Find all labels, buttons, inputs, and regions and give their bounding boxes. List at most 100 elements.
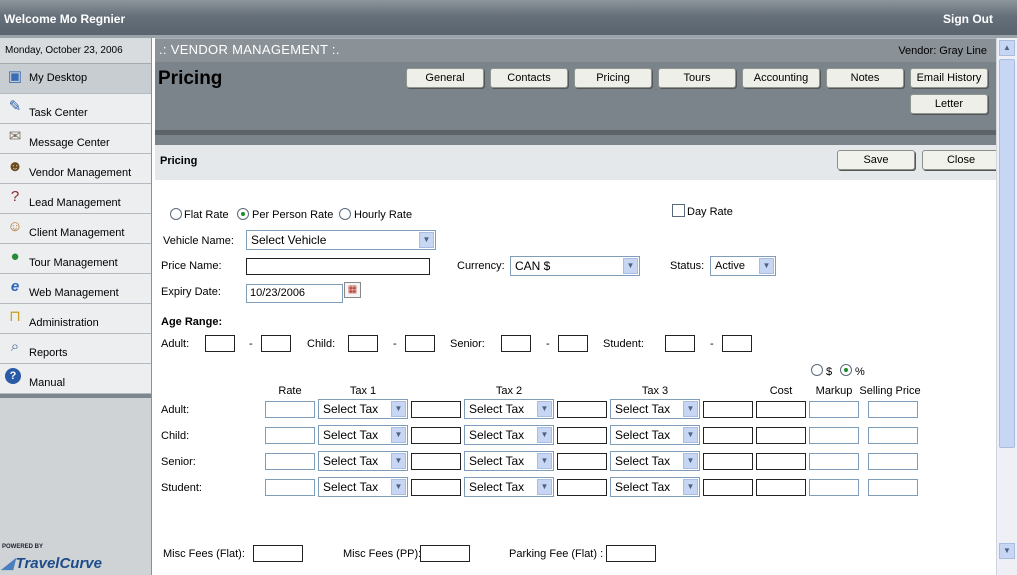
sidebar-item-reports[interactable]: ⌕ Reports <box>0 334 151 364</box>
message-icon: ✉ <box>8 128 22 145</box>
day-rate-checkbox[interactable] <box>672 204 685 217</box>
currency-value: CAN $ <box>515 259 551 273</box>
lead-icon: ? <box>10 188 20 205</box>
expiry-date-input[interactable]: 10/23/2006 <box>246 284 343 303</box>
vertical-scrollbar[interactable]: ▲ ▼ <box>996 38 1017 575</box>
tax1-select-adult[interactable]: Select Tax ▼ <box>318 399 408 419</box>
child-age-to-input[interactable] <box>405 335 435 352</box>
senior-age-to-input[interactable] <box>558 335 588 352</box>
markup-input-senior[interactable] <box>809 453 859 470</box>
tab-email-history[interactable]: Email History <box>910 68 988 88</box>
sidebar-item-message-center[interactable]: ✉ Message Center <box>0 124 151 154</box>
tax2-select-adult[interactable]: Select Tax ▼ <box>464 399 554 419</box>
tab-general[interactable]: General <box>406 68 484 88</box>
misc-fees-flat-input[interactable] <box>253 545 303 562</box>
parking-fee-input[interactable] <box>606 545 656 562</box>
selling-price-input-child[interactable] <box>868 427 918 444</box>
tax1-amount-child[interactable] <box>411 427 461 444</box>
senior-age-from-input[interactable] <box>501 335 531 352</box>
markup-input-adult[interactable] <box>809 401 859 418</box>
sign-out-link[interactable]: Sign Out <box>943 12 993 26</box>
scrollbar-thumb[interactable] <box>999 59 1015 448</box>
tax3-select-adult[interactable]: Select Tax ▼ <box>610 399 700 419</box>
cost-input-student[interactable] <box>756 479 806 496</box>
currency-select[interactable]: CAN $ ▼ <box>510 256 640 276</box>
markup-input-child[interactable] <box>809 427 859 444</box>
save-button[interactable]: Save <box>837 150 915 170</box>
client-icon: ☺ <box>7 218 23 235</box>
sidebar-item-lead-management[interactable]: ? Lead Management <box>0 184 151 214</box>
tax3-amount-senior[interactable] <box>703 453 753 470</box>
price-name-input[interactable] <box>246 258 430 275</box>
markup-input-student[interactable] <box>809 479 859 496</box>
tax1-select-child[interactable]: Select Tax ▼ <box>318 425 408 445</box>
student-age-to-input[interactable] <box>722 335 752 352</box>
per-person-rate-radio[interactable] <box>237 208 249 220</box>
tax3-select-senior[interactable]: Select Tax ▼ <box>610 451 700 471</box>
tax1-amount-student[interactable] <box>411 479 461 496</box>
sidebar-item-label: Manual <box>29 377 66 389</box>
vehicle-name-select[interactable]: Select Vehicle ▼ <box>246 230 436 250</box>
selling-price-input-student[interactable] <box>868 479 918 496</box>
tax1-amount-senior[interactable] <box>411 453 461 470</box>
misc-fees-pp-input[interactable] <box>420 545 470 562</box>
selling-price-input-senior[interactable] <box>868 453 918 470</box>
cost-input-child[interactable] <box>756 427 806 444</box>
sidebar-item-label: Reports <box>29 347 68 359</box>
tax2-select-student[interactable]: Select Tax ▼ <box>464 477 554 497</box>
tax3-select-child[interactable]: Select Tax ▼ <box>610 425 700 445</box>
tax2-amount-student[interactable] <box>557 479 607 496</box>
adult-age-from-input[interactable] <box>205 335 235 352</box>
rate-input-senior[interactable] <box>265 453 315 470</box>
tab-tours[interactable]: Tours <box>658 68 736 88</box>
rate-input-student[interactable] <box>265 479 315 496</box>
tax-select-value: Select Tax <box>469 480 525 494</box>
markup-dollar-radio[interactable] <box>811 364 823 376</box>
tab-accounting[interactable]: Accounting <box>742 68 820 88</box>
tax3-select-student[interactable]: Select Tax ▼ <box>610 477 700 497</box>
sidebar-item-tour-management[interactable]: ● Tour Management <box>0 244 151 274</box>
child-age-from-input[interactable] <box>348 335 378 352</box>
close-button[interactable]: Close <box>922 150 1000 170</box>
sidebar-item-vendor-management[interactable]: ☻ Vendor Management <box>0 154 151 184</box>
tax2-amount-senior[interactable] <box>557 453 607 470</box>
cost-input-senior[interactable] <box>756 453 806 470</box>
tab-notes[interactable]: Notes <box>826 68 904 88</box>
tax3-amount-adult[interactable] <box>703 401 753 418</box>
sidebar-item-client-management[interactable]: ☺ Client Management <box>0 214 151 244</box>
sidebar-item-web-management[interactable]: e Web Management <box>0 274 151 304</box>
vendor-name: Vendor: Gray Line <box>898 45 987 57</box>
hourly-rate-radio[interactable] <box>339 208 351 220</box>
markup-percent-radio[interactable] <box>840 364 852 376</box>
tax2-select-child[interactable]: Select Tax ▼ <box>464 425 554 445</box>
tax1-select-student[interactable]: Select Tax ▼ <box>318 477 408 497</box>
tax1-select-senior[interactable]: Select Tax ▼ <box>318 451 408 471</box>
sidebar-item-task-center[interactable]: ✎ Task Center <box>0 94 151 124</box>
tax-select-value: Select Tax <box>469 454 525 468</box>
cost-input-adult[interactable] <box>756 401 806 418</box>
student-age-from-input[interactable] <box>665 335 695 352</box>
tax3-amount-student[interactable] <box>703 479 753 496</box>
sidebar-item-manual[interactable]: ? Manual <box>0 364 151 394</box>
scroll-up-icon[interactable]: ▲ <box>999 40 1015 56</box>
rate-input-child[interactable] <box>265 427 315 444</box>
tax2-amount-adult[interactable] <box>557 401 607 418</box>
sidebar-item-my-desktop[interactable]: ▣ My Desktop <box>0 64 151 94</box>
tax-select-value: Select Tax <box>615 402 671 416</box>
flat-rate-radio[interactable] <box>170 208 182 220</box>
tax2-select-senior[interactable]: Select Tax ▼ <box>464 451 554 471</box>
rate-input-adult[interactable] <box>265 401 315 418</box>
tab-pricing[interactable]: Pricing <box>574 68 652 88</box>
scroll-down-icon[interactable]: ▼ <box>999 543 1015 559</box>
tab-letter[interactable]: Letter <box>910 94 988 114</box>
tax3-amount-child[interactable] <box>703 427 753 444</box>
calendar-icon[interactable]: ▦ <box>344 282 361 298</box>
tax2-amount-child[interactable] <box>557 427 607 444</box>
age-student-label: Student: <box>603 338 644 350</box>
tax1-amount-adult[interactable] <box>411 401 461 418</box>
status-select[interactable]: Active ▼ <box>710 256 776 276</box>
adult-age-to-input[interactable] <box>261 335 291 352</box>
selling-price-input-adult[interactable] <box>868 401 918 418</box>
sidebar-item-administration[interactable]: ⊓ Administration <box>0 304 151 334</box>
tab-contacts[interactable]: Contacts <box>490 68 568 88</box>
